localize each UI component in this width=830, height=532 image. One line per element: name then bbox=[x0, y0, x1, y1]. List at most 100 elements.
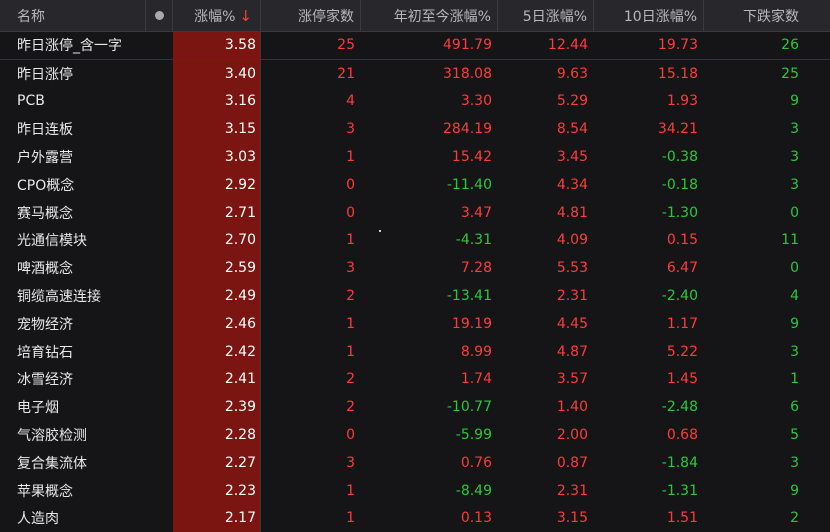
row-name: 铜缆高速连接 bbox=[17, 289, 101, 306]
row-name: 气溶胶检测 bbox=[17, 428, 87, 445]
row-dot-cell bbox=[146, 449, 173, 477]
row-d5: 4.09 bbox=[556, 232, 588, 249]
row-d10: 19.73 bbox=[657, 37, 698, 54]
row-d5: 4.34 bbox=[556, 176, 588, 193]
row-pct: 2.17 bbox=[173, 504, 261, 532]
header-pct[interactable]: 涨幅% ↓ bbox=[173, 0, 261, 31]
row-dot-cell bbox=[146, 143, 173, 171]
row-down-count: 0 bbox=[790, 204, 799, 221]
row-d10: -1.84 bbox=[661, 454, 698, 471]
row-d10: 1.51 bbox=[666, 510, 698, 527]
header-name[interactable]: 名称 bbox=[0, 0, 146, 31]
table-row[interactable]: 昨日涨停 3.40 21 318.08 9.63 15.18 25 bbox=[0, 59, 830, 88]
table-row[interactable]: 冰雪经济 2.41 2 1.74 3.57 1.45 1 bbox=[0, 365, 830, 394]
row-dot-cell bbox=[146, 421, 173, 449]
row-d10: 34.21 bbox=[657, 121, 698, 138]
row-name: 光通信模块 bbox=[17, 233, 87, 250]
row-down-count: 4 bbox=[790, 288, 799, 305]
table-row[interactable]: CPO概念 2.92 0 -11.40 4.34 -0.18 3 bbox=[0, 170, 830, 199]
table-row[interactable]: 光通信模块 2.70 1 -4.31 4.09 0.15 11 bbox=[0, 226, 830, 255]
row-down-count: 3 bbox=[790, 343, 799, 360]
row-down-count: 3 bbox=[790, 121, 799, 138]
table-row[interactable]: PCB 3.16 4 3.30 5.29 1.93 9 bbox=[0, 87, 830, 116]
row-d5: 12.44 bbox=[547, 37, 588, 54]
header-d5[interactable]: 5日涨幅% bbox=[498, 0, 594, 31]
row-pct: 3.16 bbox=[173, 87, 261, 116]
table-row[interactable]: 培育钻石 2.42 1 8.99 4.87 5.22 3 bbox=[0, 337, 830, 366]
row-pct: 2.59 bbox=[173, 254, 261, 283]
row-limit-up-count: 25 bbox=[337, 37, 355, 54]
table-row[interactable]: 电子烟 2.39 2 -10.77 1.40 -2.48 6 bbox=[0, 393, 830, 422]
row-d10: 5.22 bbox=[666, 343, 698, 360]
row-d5: 4.87 bbox=[556, 343, 588, 360]
table-row[interactable]: 赛马概念 2.71 0 3.47 4.81 -1.30 0 bbox=[0, 198, 830, 227]
row-dot-cell bbox=[146, 393, 173, 421]
row-down-count: 11 bbox=[781, 232, 799, 249]
row-d5: 2.31 bbox=[556, 288, 588, 305]
row-limit-up-count: 1 bbox=[346, 343, 355, 360]
table-row[interactable]: 铜缆高速连接 2.49 2 -13.41 2.31 -2.40 4 bbox=[0, 282, 830, 310]
header-ytd[interactable]: 年初至今涨幅% bbox=[361, 0, 498, 31]
row-dot-cell bbox=[146, 32, 173, 59]
row-dot-cell bbox=[146, 254, 173, 282]
row-d5: 1.40 bbox=[556, 399, 588, 416]
row-name: 啤酒概念 bbox=[17, 261, 73, 278]
row-d10: 0.15 bbox=[666, 232, 698, 249]
header-settings[interactable] bbox=[146, 0, 173, 31]
row-ytd: 284.19 bbox=[443, 121, 492, 138]
row-down-count: 26 bbox=[781, 37, 799, 54]
row-limit-up-count: 4 bbox=[346, 93, 355, 110]
header-d10[interactable]: 10日涨幅% bbox=[594, 0, 704, 31]
column-settings-dot-icon[interactable] bbox=[154, 11, 164, 20]
row-name: 户外露营 bbox=[17, 150, 73, 167]
row-d5: 5.29 bbox=[556, 93, 588, 110]
table-row[interactable]: 啤酒概念 2.59 3 7.28 5.53 6.47 0 bbox=[0, 254, 830, 283]
row-d10: -0.38 bbox=[661, 149, 698, 166]
sector-ranking-table: 名称 涨幅% ↓ 涨停家数 年初至今涨幅% 5日涨幅% 10日涨幅% 下跌家数 昨… bbox=[0, 0, 830, 532]
row-limit-up-count: 1 bbox=[346, 315, 355, 332]
row-d10: 1.45 bbox=[666, 371, 698, 388]
row-limit-up-count: 3 bbox=[346, 260, 355, 277]
row-ytd: 1.74 bbox=[460, 371, 492, 388]
row-d10: 1.93 bbox=[666, 93, 698, 110]
row-down-count: 2 bbox=[790, 510, 799, 527]
row-limit-up-count: 1 bbox=[346, 232, 355, 249]
table-row[interactable]: 户外露营 3.03 1 15.42 3.45 -0.38 3 bbox=[0, 143, 830, 171]
row-dot-cell bbox=[146, 171, 173, 199]
row-ytd: -10.77 bbox=[446, 399, 492, 416]
row-ytd: 0.13 bbox=[460, 510, 492, 527]
row-limit-up-count: 0 bbox=[346, 204, 355, 221]
row-dot-cell bbox=[146, 88, 173, 116]
row-down-count: 3 bbox=[790, 149, 799, 166]
row-ytd: 19.19 bbox=[451, 315, 492, 332]
table-header: 名称 涨幅% ↓ 涨停家数 年初至今涨幅% 5日涨幅% 10日涨幅% 下跌家数 bbox=[0, 0, 830, 32]
table-row[interactable]: 人造肉 2.17 1 0.13 3.15 1.51 2 bbox=[0, 504, 830, 532]
row-name: 昨日涨停_含一字 bbox=[17, 38, 122, 55]
table-row[interactable]: 气溶胶检测 2.28 0 -5.99 2.00 0.68 5 bbox=[0, 421, 830, 449]
row-limit-up-count: 2 bbox=[346, 371, 355, 388]
row-d10: -1.31 bbox=[661, 482, 698, 499]
row-dot-cell bbox=[146, 60, 173, 88]
table-row[interactable]: 昨日涨停_含一字 3.58 25 491.79 12.44 19.73 26 bbox=[0, 32, 830, 60]
row-pct: 2.70 bbox=[173, 226, 261, 255]
row-limit-up-count: 1 bbox=[346, 510, 355, 527]
row-down-count: 3 bbox=[790, 176, 799, 193]
row-name: 复合集流体 bbox=[17, 455, 87, 472]
table-row[interactable]: 苹果概念 2.23 1 -8.49 2.31 -1.31 9 bbox=[0, 476, 830, 505]
row-dot-cell bbox=[146, 477, 173, 505]
sort-desc-arrow-icon[interactable]: ↓ bbox=[239, 7, 252, 25]
table-body: 昨日涨停_含一字 3.58 25 491.79 12.44 19.73 26 昨日涨停 3.40… bbox=[0, 32, 830, 532]
row-down-count: 9 bbox=[790, 482, 799, 499]
row-ytd: 7.28 bbox=[460, 260, 492, 277]
row-name: 人造肉 bbox=[17, 511, 59, 528]
row-name: 赛马概念 bbox=[17, 205, 73, 222]
table-row[interactable]: 宠物经济 2.46 1 19.19 4.45 1.17 9 bbox=[0, 309, 830, 338]
table-row[interactable]: 昨日连板 3.15 3 284.19 8.54 34.21 3 bbox=[0, 115, 830, 144]
row-limit-up-count: 0 bbox=[346, 176, 355, 193]
row-limit-up-count: 0 bbox=[346, 427, 355, 444]
header-down-count[interactable]: 下跌家数 bbox=[704, 0, 830, 31]
table-row[interactable]: 复合集流体 2.27 3 0.76 0.87 -1.84 3 bbox=[0, 448, 830, 477]
row-pct: 2.92 bbox=[173, 170, 261, 199]
row-d10: 1.17 bbox=[666, 315, 698, 332]
header-limit-up-count[interactable]: 涨停家数 bbox=[261, 0, 361, 31]
